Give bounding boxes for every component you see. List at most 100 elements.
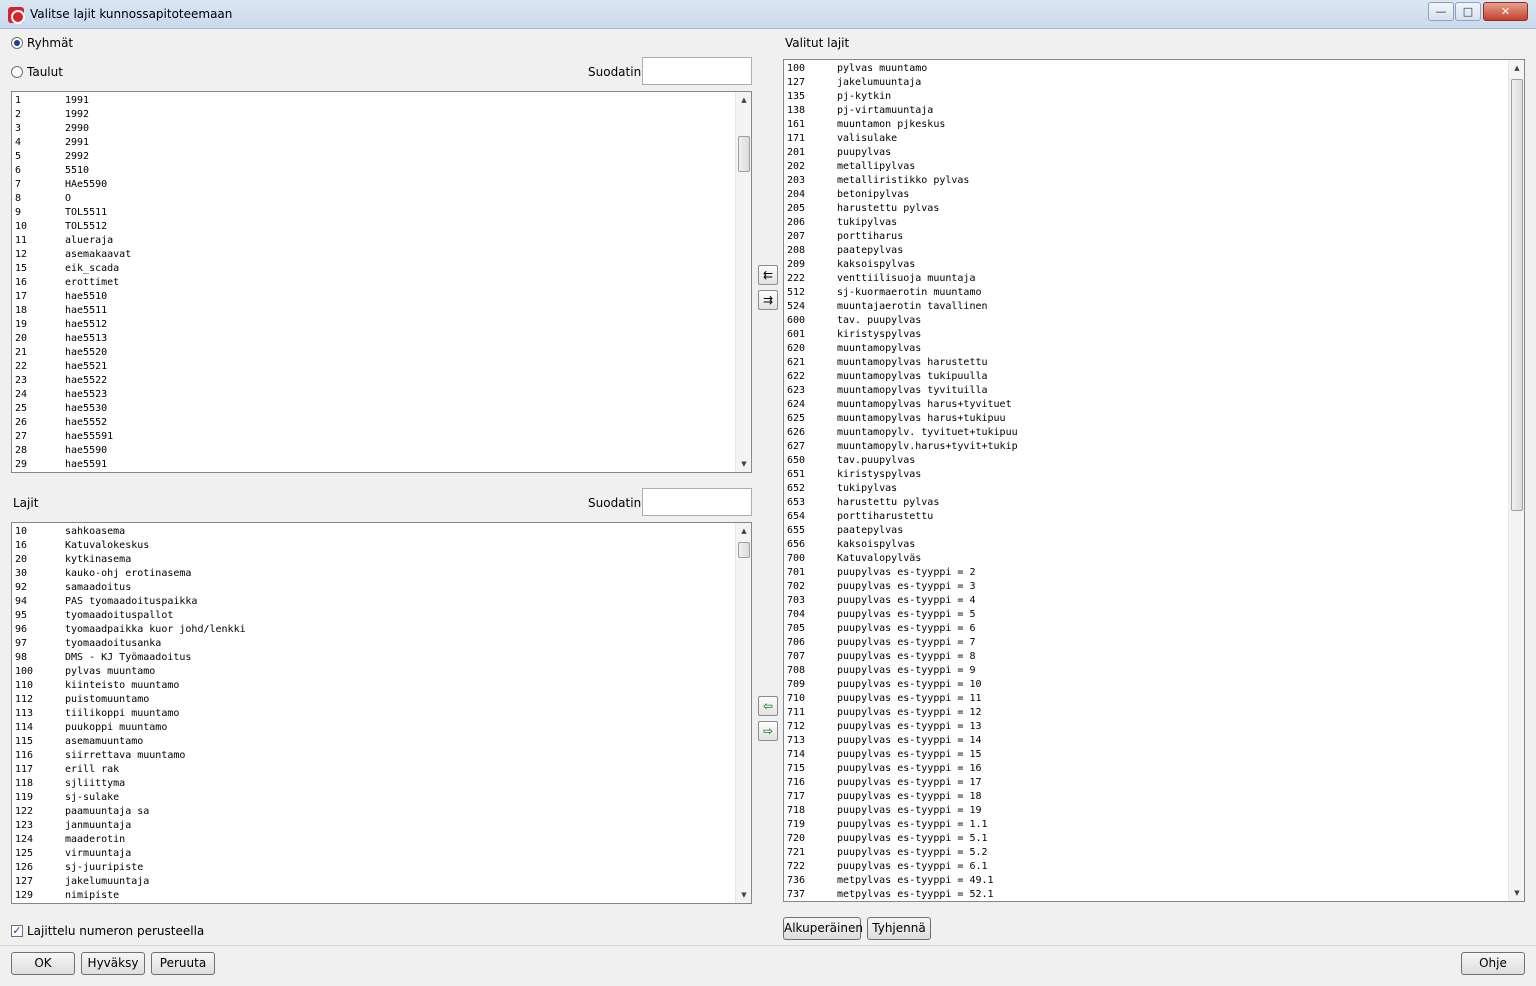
list-item[interactable]: 10 TOL5512 bbox=[15, 220, 733, 234]
close-button[interactable]: ✕ bbox=[1483, 2, 1528, 21]
list-item[interactable]: 622 muuntamopylvas tukipuulla bbox=[787, 370, 1506, 384]
list-item[interactable]: 5 2992 bbox=[15, 150, 733, 164]
list-item[interactable]: 205 harustettu pylvas bbox=[787, 202, 1506, 216]
remove-laji-button[interactable]: ⇨ bbox=[758, 721, 778, 741]
list-item[interactable]: 98 DMS - KJ Työmaadoitus bbox=[15, 651, 733, 665]
list-item[interactable]: 17 hae5510 bbox=[15, 290, 733, 304]
list-item[interactable]: 711 puupylvas es-tyyppi = 12 bbox=[787, 706, 1506, 720]
lajit-list[interactable]: 10 sahkoasema 16 Katuvalokeskus 20 kytkinasem… bbox=[11, 522, 752, 904]
scroll-thumb[interactable] bbox=[738, 136, 750, 172]
sort-by-number-checkbox[interactable]: ✓ bbox=[11, 925, 23, 937]
list-item[interactable]: 2 1992 bbox=[15, 108, 733, 122]
list-item[interactable]: 8O bbox=[15, 192, 733, 206]
list-item[interactable]: 97 tyomaadoitusanka bbox=[15, 637, 733, 651]
groups-list[interactable]: 1 1991 2 1992 3 2990 4 2991 5 2992 6 5510 7 HAe5590 8 O… bbox=[11, 91, 752, 473]
scroll-down-icon[interactable]: ▼ bbox=[736, 456, 751, 472]
list-item[interactable]: 624 muuntamopylvas harus+tyvituet bbox=[787, 398, 1506, 412]
scroll-thumb[interactable] bbox=[738, 542, 750, 558]
list-item[interactable]: 124 maaderotin bbox=[15, 833, 733, 847]
list-item[interactable]: 717 puupylvas es-tyyppi = 18 bbox=[787, 790, 1506, 804]
original-button[interactable]: Alkuperäinen bbox=[783, 917, 863, 940]
list-item[interactable]: 601 kiristyspylvas bbox=[787, 328, 1506, 342]
list-item[interactable]: 92 samaadoitus bbox=[15, 581, 733, 595]
list-item[interactable]: 26 hae5552 bbox=[15, 416, 733, 430]
minimize-button[interactable]: — bbox=[1428, 2, 1454, 21]
cancel-button[interactable]: Peruuta bbox=[151, 952, 215, 975]
list-item[interactable]: 118 sjliittyma bbox=[15, 777, 733, 791]
list-item[interactable]: 24 hae5523 bbox=[15, 388, 733, 402]
clear-button[interactable]: Tyhjennä bbox=[867, 917, 931, 940]
list-item[interactable]: 100 pylvas muuntamo bbox=[15, 665, 733, 679]
list-item[interactable]: 127 jakelumuuntaja bbox=[15, 875, 733, 889]
selected-list[interactable]: 100 pylvas muuntamo 127 jakelumuuntaja 135 pj… bbox=[783, 59, 1525, 902]
list-item[interactable]: 222 venttiilisuoja muuntaja bbox=[787, 272, 1506, 286]
list-item[interactable]: 30 kauko-ohj erotinasema bbox=[15, 567, 733, 581]
list-item[interactable]: 651 kiristyspylvas bbox=[787, 468, 1506, 482]
list-item[interactable]: 29 hae5591 bbox=[15, 458, 733, 472]
list-item[interactable]: 10 sahkoasema bbox=[15, 525, 733, 539]
add-laji-button[interactable]: ⇦ bbox=[758, 696, 778, 716]
list-item[interactable]: 7 HAe5590 bbox=[15, 178, 733, 192]
list-item[interactable]: 123 janmuuntaja bbox=[15, 819, 733, 833]
list-item[interactable]: 712 puupylvas es-tyyppi = 13 bbox=[787, 720, 1506, 734]
apply-button[interactable]: Hyväksy bbox=[81, 952, 145, 975]
list-item[interactable]: 627 muuntamopylv.harus+tyvit+tukip bbox=[787, 440, 1506, 454]
list-item[interactable]: 621 muuntamopylvas harustettu bbox=[787, 356, 1506, 370]
list-item[interactable]: 19 hae5512 bbox=[15, 318, 733, 332]
list-item[interactable]: 206 tukipylvas bbox=[787, 216, 1506, 230]
list-item[interactable]: 716 puupylvas es-tyyppi = 17 bbox=[787, 776, 1506, 790]
list-item[interactable]: 115 asemamuuntamo bbox=[15, 735, 733, 749]
list-item[interactable]: 656 kaksoispylvas bbox=[787, 538, 1506, 552]
list-item[interactable]: 20 hae5513 bbox=[15, 332, 733, 346]
list-item[interactable]: 207 porttiharus bbox=[787, 230, 1506, 244]
list-item[interactable]: 512 sj-kuormaerotin muuntamo bbox=[787, 286, 1506, 300]
list-item[interactable]: 708 puupylvas es-tyyppi = 9 bbox=[787, 664, 1506, 678]
selected-scrollbar[interactable]: ▲ ▼ bbox=[1508, 60, 1524, 901]
list-item[interactable]: 138 pj-virtamuuntaja bbox=[787, 104, 1506, 118]
list-item[interactable]: 702 puupylvas es-tyyppi = 3 bbox=[787, 580, 1506, 594]
list-item[interactable]: 524 muuntajaerotin tavallinen bbox=[787, 300, 1506, 314]
maximize-button[interactable]: □ bbox=[1455, 2, 1481, 21]
list-item[interactable]: 625 muuntamopylvas harus+tukipuu bbox=[787, 412, 1506, 426]
list-item[interactable]: 600 tav. puupylvas bbox=[787, 314, 1506, 328]
list-item[interactable]: 703 puupylvas es-tyyppi = 4 bbox=[787, 594, 1506, 608]
lajit-scrollbar[interactable]: ▲ ▼ bbox=[735, 523, 751, 903]
list-item[interactable]: 705 puupylvas es-tyyppi = 6 bbox=[787, 622, 1506, 636]
list-item[interactable]: 9 TOL5511 bbox=[15, 206, 733, 220]
list-item[interactable]: 655 paatepylvas bbox=[787, 524, 1506, 538]
list-item[interactable]: 208 paatepylvas bbox=[787, 244, 1506, 258]
list-item[interactable]: 16 Katuvalokeskus bbox=[15, 539, 733, 553]
list-item[interactable]: 96 tyomaadpaikka kuor johd/lenkki bbox=[15, 623, 733, 637]
list-item[interactable]: 112 puistomuuntamo bbox=[15, 693, 733, 707]
list-item[interactable]: 736 metpylvas es-tyyppi = 49.1 bbox=[787, 874, 1506, 888]
list-item[interactable]: 202 metallipylvas bbox=[787, 160, 1506, 174]
list-item[interactable]: 27 hae55591 bbox=[15, 430, 733, 444]
list-item[interactable]: 204 betonipylvas bbox=[787, 188, 1506, 202]
list-item[interactable]: 620 muuntamopylvas bbox=[787, 342, 1506, 356]
list-item[interactable]: 719 puupylvas es-tyyppi = 1.1 bbox=[787, 818, 1506, 832]
list-item[interactable]: 21 hae5520 bbox=[15, 346, 733, 360]
list-item[interactable]: 706 puupylvas es-tyyppi = 7 bbox=[787, 636, 1506, 650]
list-item[interactable]: 209 kaksoispylvas bbox=[787, 258, 1506, 272]
list-item[interactable]: 23 hae5522 bbox=[15, 374, 733, 388]
list-item[interactable]: 715 puupylvas es-tyyppi = 16 bbox=[787, 762, 1506, 776]
list-item[interactable]: 737 metpylvas es-tyyppi = 52.1 bbox=[787, 888, 1506, 901]
list-item[interactable]: 114 puukoppi muuntamo bbox=[15, 721, 733, 735]
radio-tables[interactable] bbox=[11, 66, 23, 78]
list-item[interactable]: 95 tyomaadoituspallot bbox=[15, 609, 733, 623]
list-item[interactable]: 623 muuntamopylvas tyvituilla bbox=[787, 384, 1506, 398]
radio-groups[interactable] bbox=[11, 37, 23, 49]
scroll-thumb[interactable] bbox=[1511, 79, 1523, 511]
scroll-up-icon[interactable]: ▲ bbox=[736, 523, 751, 539]
list-item[interactable]: 129 nimipiste bbox=[15, 889, 733, 903]
list-item[interactable]: 161 muuntamon pjkeskus bbox=[787, 118, 1506, 132]
scroll-up-icon[interactable]: ▲ bbox=[1509, 60, 1524, 76]
list-item[interactable]: 135 pj-kytkin bbox=[787, 90, 1506, 104]
groups-scrollbar[interactable]: ▲ ▼ bbox=[735, 92, 751, 472]
list-item[interactable]: 4 2991 bbox=[15, 136, 733, 150]
list-item[interactable]: 707 puupylvas es-tyyppi = 8 bbox=[787, 650, 1506, 664]
list-item[interactable]: 700 Katuvalopylväs bbox=[787, 552, 1506, 566]
list-item[interactable]: 3 2990 bbox=[15, 122, 733, 136]
list-item[interactable]: 113 tiilikoppi muuntamo bbox=[15, 707, 733, 721]
list-item[interactable]: 11 alueraja bbox=[15, 234, 733, 248]
